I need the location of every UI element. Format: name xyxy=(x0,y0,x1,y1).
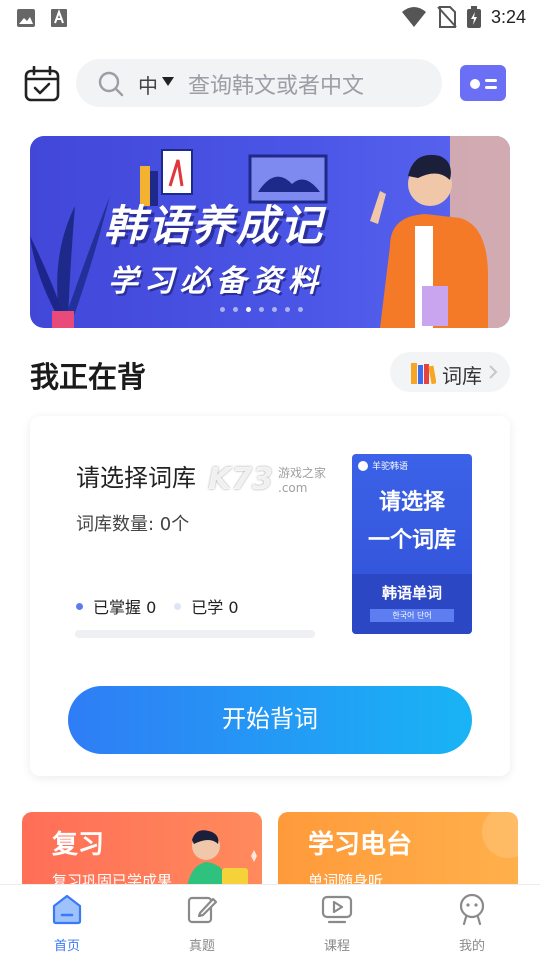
search-placeholder[interactable]: 查询韩文或者中文 xyxy=(188,68,364,100)
font-icon xyxy=(51,9,67,27)
bottom-tab-bar: 首页 真题 课程 我的 xyxy=(0,884,540,960)
brand-logo-icon xyxy=(358,460,368,471)
watermark-logo: K73 xyxy=(208,462,273,497)
vocab-book-cover[interactable]: 羊驼韩语 请选择 一个词库 韩语单词 한국어 단어 xyxy=(352,454,472,634)
edit-icon xyxy=(187,896,218,924)
progress-legend: 已掌握 0 已学 0 xyxy=(76,594,239,618)
tab-home[interactable]: 首页 xyxy=(17,885,117,961)
chevron-right-icon xyxy=(489,365,498,379)
start-memorizing-button[interactable]: 开始背词 xyxy=(68,686,472,754)
book-subtitle: 韩语单词 xyxy=(381,584,442,602)
tab-profile-label: 我的 xyxy=(458,939,485,954)
tab-courses-label: 课程 xyxy=(323,939,350,954)
banner-dot xyxy=(220,307,225,312)
learned-dot xyxy=(174,602,182,610)
video-icon xyxy=(321,895,353,924)
study-card-title[interactable]: 请选择词库 xyxy=(76,458,196,493)
search-icon xyxy=(98,71,124,97)
tab-profile[interactable]: 我的 xyxy=(422,885,522,961)
dropdown-triangle-icon[interactable] xyxy=(162,77,174,86)
banner-dot xyxy=(246,307,251,312)
banner-dot xyxy=(233,307,238,312)
word-card-button[interactable] xyxy=(460,65,506,101)
home-icon xyxy=(52,894,82,925)
gallery-icon xyxy=(17,9,35,27)
banner-dot xyxy=(298,307,303,312)
learned-label: 已学 0 xyxy=(191,598,239,617)
book-korean-label: 한국어 단어 xyxy=(370,609,454,622)
tab-exam[interactable]: 真题 xyxy=(152,885,252,961)
review-card-title: 复习 xyxy=(52,830,105,860)
books-icon xyxy=(411,363,436,385)
wifi-icon xyxy=(401,7,426,27)
battery-icon xyxy=(466,6,481,28)
book-line2: 一个词库 xyxy=(367,528,456,553)
vocab-count: 词库数量: 0个 xyxy=(76,514,190,535)
radio-card-title: 学习电台 xyxy=(308,830,413,860)
profile-icon xyxy=(459,893,485,925)
tab-exam-label: 真题 xyxy=(188,939,215,954)
vocab-library-label: 词库 xyxy=(442,364,482,388)
book-brand: 羊驼韩语 xyxy=(372,462,409,472)
no-sim-icon xyxy=(437,6,457,28)
banner-title: 韩语养成记 xyxy=(104,201,325,250)
banner-pagination xyxy=(220,307,303,312)
id-card-icon xyxy=(465,65,497,89)
banner-dot xyxy=(285,307,290,312)
study-progress-bar xyxy=(75,630,315,638)
promo-banner[interactable]: 韩语养成记 学习必备资料 xyxy=(30,136,510,328)
search-language-selector[interactable]: 中 xyxy=(138,70,158,99)
banner-dot xyxy=(259,307,264,312)
status-bar: 3:24 xyxy=(0,0,540,36)
banner-subtitle: 学习必备资料 xyxy=(108,264,324,299)
tab-courses[interactable]: 课程 xyxy=(287,885,387,961)
vocab-library-button[interactable]: 词库 xyxy=(390,352,510,392)
tab-home-label: 首页 xyxy=(53,939,80,954)
decorative-circle-icon xyxy=(482,812,518,858)
mastered-label: 已掌握 0 xyxy=(93,598,157,617)
watermark-text: 游戏之家 .com xyxy=(278,466,327,495)
book-line1: 请选择 xyxy=(378,490,445,515)
status-time: 3:24 xyxy=(490,6,526,27)
banner-dot xyxy=(272,307,277,312)
mastered-dot xyxy=(76,602,83,610)
section-title: 我正在背 xyxy=(30,360,147,394)
search-bar[interactable]: 中 查询韩文或者中文 xyxy=(76,59,442,107)
calendar-check-icon[interactable] xyxy=(24,66,60,102)
